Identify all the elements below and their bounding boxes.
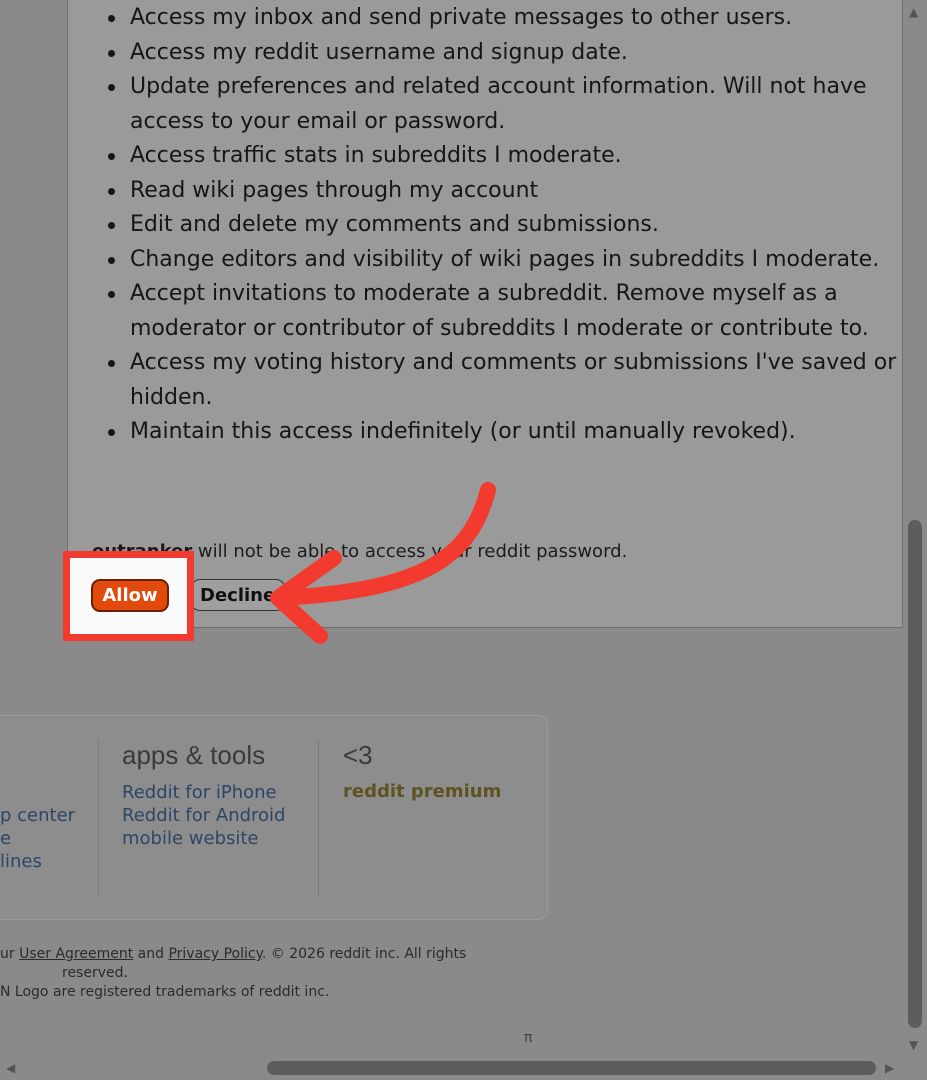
vertical-scroll-thumb[interactable] (908, 520, 922, 1028)
android-link[interactable]: Reddit for Android (122, 804, 285, 827)
note-text: will not be able to access your reddit p… (192, 541, 628, 562)
footer-help-links: p center e lines (0, 804, 75, 873)
legal-prefix: ur (0, 946, 20, 962)
legal-reserved: reserved. (62, 965, 128, 981)
apps-tools-title: apps & tools (122, 740, 266, 770)
footer-link[interactable]: lines (0, 850, 75, 873)
permission-item: Access my voting history and comments or… (108, 346, 898, 415)
permissions-list: Access my inbox and send private message… (108, 1, 898, 450)
decline-button[interactable]: Decline (191, 579, 285, 611)
permission-item: Access my inbox and send private message… (108, 1, 898, 36)
permission-item: Access my reddit username and signup dat… (108, 36, 898, 71)
permissions-panel: Access my inbox and send private message… (67, 0, 903, 628)
scroll-right-icon[interactable]: ▶ (885, 1061, 894, 1075)
mobile-website-link[interactable]: mobile website (122, 827, 285, 850)
user-agreement-link[interactable]: User Agreement (19, 946, 133, 962)
permission-item: Accept invitations to moderate a subredd… (108, 277, 898, 346)
scroll-left-icon[interactable]: ◀ (6, 1061, 15, 1075)
legal-suffix: . © 2026 reddit inc. All rights (261, 946, 467, 962)
permission-item: Maintain this access indefinitely (or un… (108, 415, 898, 450)
privacy-policy-link[interactable]: Privacy Policy (168, 946, 261, 962)
footer-link[interactable]: e (0, 827, 75, 850)
permission-item: Access traffic stats in subreddits I mod… (108, 139, 898, 174)
footer-divider (318, 740, 319, 896)
horizontal-scroll-thumb[interactable] (267, 1061, 876, 1075)
apps-links: Reddit for iPhone Reddit for Android mob… (122, 781, 285, 850)
footer-link[interactable]: p center (0, 804, 75, 827)
permission-item: Edit and delete my comments and submissi… (108, 208, 898, 243)
scroll-down-icon[interactable]: ▼ (909, 1038, 918, 1052)
footer-divider (98, 740, 99, 896)
reddit-premium-link[interactable]: reddit premium (343, 781, 501, 802)
scroll-up-icon[interactable]: ▲ (909, 5, 918, 19)
allow-button[interactable]: Allow (91, 579, 169, 612)
heart-title: <3 (343, 740, 373, 770)
legal-and: and (133, 946, 169, 962)
trademark-line: N Logo are registered trademarks of redd… (0, 984, 330, 1000)
permission-item: Update preferences and related account i… (108, 70, 898, 139)
legal-line: ur User Agreement and Privacy Policy. © … (0, 946, 466, 962)
permission-item: Change editors and visibility of wiki pa… (108, 243, 898, 278)
permission-item: Read wiki pages through my account (108, 174, 898, 209)
pi-link[interactable]: π (524, 1030, 532, 1046)
iphone-link[interactable]: Reddit for iPhone (122, 781, 285, 804)
